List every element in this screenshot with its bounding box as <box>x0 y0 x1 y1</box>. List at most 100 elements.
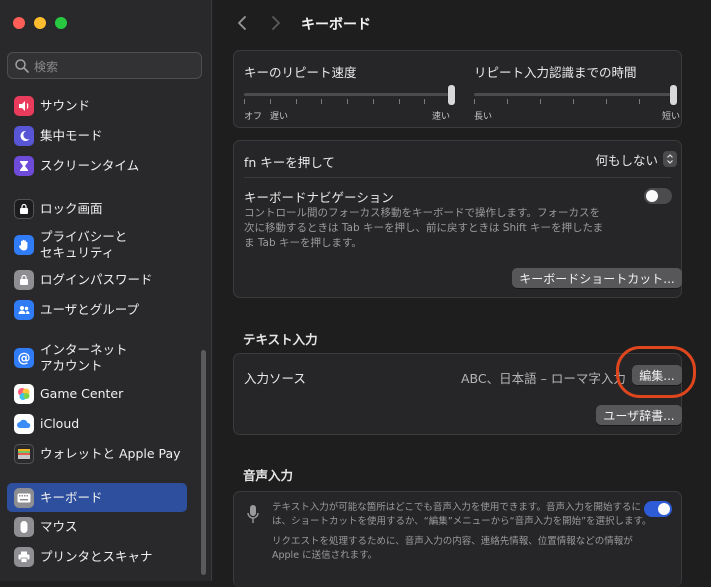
rate-off-label: オフ <box>244 112 263 122</box>
moon-icon <box>14 126 34 146</box>
slider-tick <box>399 99 400 104</box>
slider-tick <box>296 99 297 104</box>
main-pane: キーボード キーのリピート速度 リピート入力認識までの時間 オフ 遅い 速い 長… <box>213 0 711 587</box>
close-window-button[interactable] <box>13 17 25 29</box>
sidebar-item-label: サウンド <box>40 98 91 113</box>
sidebar-item-sound[interactable]: サウンド <box>7 92 187 120</box>
divider <box>244 177 671 178</box>
hand-icon <box>14 235 34 255</box>
dictation-card: テキスト入力が可能な箇所はどこでも音声入力を使用できます。音声入力を開始するには… <box>233 491 682 587</box>
lock-icon <box>14 270 34 290</box>
sidebar-item-mouse[interactable]: マウス <box>7 513 187 541</box>
search-field[interactable] <box>7 52 202 79</box>
chevron-updown-icon <box>663 151 677 167</box>
sidebar-item-users-groups[interactable]: ユーザとグループ <box>7 296 187 324</box>
dictation-description: テキスト入力が可能な箇所はどこでも音声入力を使用できます。音声入力を開始するには… <box>272 502 652 527</box>
sidebar-item-internet-accounts[interactable]: @ インターネット アカウント <box>7 341 187 375</box>
printer-icon <box>14 547 34 567</box>
text-input-section-title: テキスト入力 <box>243 332 318 347</box>
keyboard-shortcuts-button[interactable]: キーボードショートカット... <box>512 268 682 288</box>
page-title: キーボード <box>301 17 371 33</box>
user-dictionary-button[interactable]: ユーザ辞書... <box>596 405 682 425</box>
repeat-delay-knob[interactable] <box>670 85 677 105</box>
cloud-icon <box>14 414 34 434</box>
sidebar: サウンド 集中モード スクリーンタイム ロック画面 プライバシーと セキュリティ… <box>0 0 212 581</box>
slider-track <box>244 93 452 96</box>
game-center-icon <box>14 384 34 404</box>
delay-long-label: 長い <box>474 112 493 122</box>
slider-tick <box>373 99 374 104</box>
sidebar-item-printers[interactable]: プリンタとスキャナ <box>7 543 187 571</box>
search-input[interactable] <box>32 56 196 77</box>
dictation-section-title: 音声入力 <box>243 468 294 483</box>
users-icon <box>14 300 34 320</box>
mouse-icon <box>14 517 34 537</box>
rate-slow-label: 遅い <box>270 112 289 122</box>
slider-tick <box>244 99 245 104</box>
slider-tick <box>474 99 475 104</box>
chevron-right-icon[interactable] <box>265 13 285 33</box>
sidebar-item-label: プリンタとスキャナ <box>40 549 153 564</box>
sidebar-item-label: iCloud <box>40 416 80 431</box>
slider-tick <box>639 99 640 104</box>
sidebar-item-keyboard[interactable]: キーボード <box>7 483 187 512</box>
sidebar-item-label: ユーザとグループ <box>40 302 140 317</box>
sidebar-item-label: ログインパスワード <box>40 272 153 287</box>
sidebar-item-privacy[interactable]: プライバシーと セキュリティ <box>7 228 187 262</box>
zoom-window-button[interactable] <box>55 17 67 29</box>
sidebar-item-label: スクリーンタイム <box>40 158 140 173</box>
slider-tick <box>540 99 541 104</box>
sidebar-item-focus[interactable]: 集中モード <box>7 122 187 150</box>
hourglass-icon <box>14 156 34 176</box>
slider-tick <box>606 99 607 104</box>
sidebar-item-label: インターネット アカウント <box>40 342 128 373</box>
keyboard-options-card: fn キーを押して 何もしない キーボードナビゲーション コントロール間のフォー… <box>233 140 682 298</box>
sidebar-item-label: 集中モード <box>40 128 103 143</box>
sidebar-item-label: ウォレットと Apple Pay <box>40 446 181 461</box>
sidebar-item-icloud[interactable]: iCloud <box>7 410 187 438</box>
microphone-icon <box>247 505 259 523</box>
sidebar-item-wallet[interactable]: ウォレットと Apple Pay <box>7 440 187 468</box>
sidebar-item-label: マウス <box>40 519 78 534</box>
rate-fast-label: 速い <box>432 112 451 122</box>
slider-tick <box>573 99 574 104</box>
toolbar: キーボード <box>213 0 711 46</box>
input-sources-label: 入力ソース <box>244 371 306 386</box>
toggle-knob <box>646 190 658 202</box>
fn-key-popup[interactable]: 何もしない <box>595 149 677 169</box>
key-repeat-rate-knob[interactable] <box>448 85 455 105</box>
sidebar-scrollbar-thumb[interactable] <box>201 350 206 575</box>
keyboard-icon <box>14 487 34 508</box>
slider-tick <box>424 99 425 104</box>
slider-track <box>474 93 674 96</box>
dictation-toggle[interactable] <box>644 501 672 517</box>
toggle-knob <box>658 503 670 515</box>
slider-tick <box>321 99 322 104</box>
search-icon <box>15 59 29 73</box>
keyboard-navigation-toggle[interactable] <box>644 188 672 204</box>
slider-tick <box>347 99 348 104</box>
sidebar-item-label: ロック画面 <box>40 201 103 216</box>
repeat-delay-slider[interactable] <box>474 83 682 109</box>
lock-screen-icon <box>14 199 34 219</box>
dictation-privacy-note: リクエストを処理するために、音声入力の内容、連絡先情報、位置情報などの情報が A… <box>272 536 633 561</box>
slider-tick <box>507 99 508 104</box>
input-sources-value: ABC、日本語 – ローマ字入力 <box>461 371 626 386</box>
minimize-window-button[interactable] <box>34 17 46 29</box>
text-input-card: 入力ソース ABC、日本語 – ローマ字入力 編集... ユーザ辞書... <box>233 353 682 435</box>
chevron-left-icon[interactable] <box>233 13 253 33</box>
repeat-delay-label: リピート入力認識までの時間 <box>474 65 637 80</box>
sidebar-item-screen-time[interactable]: スクリーンタイム <box>7 152 187 180</box>
keyboard-navigation-description: コントロール間のフォーカス移動をキーボードで操作します。フォーカスを次に移動する… <box>244 207 604 249</box>
sidebar-item-lock-screen[interactable]: ロック画面 <box>7 195 187 223</box>
sidebar-item-login-password[interactable]: ログインパスワード <box>7 266 187 294</box>
sidebar-item-label: プライバシーと セキュリティ <box>40 229 128 260</box>
fn-key-value: 何もしない <box>595 152 658 168</box>
speaker-icon <box>14 96 34 116</box>
sidebar-item-label: キーボード <box>40 489 103 505</box>
sidebar-item-game-center[interactable]: Game Center <box>7 380 187 408</box>
key-repeat-card: キーのリピート速度 リピート入力認識までの時間 オフ 遅い 速い 長い 短い <box>233 50 682 128</box>
key-repeat-rate-slider[interactable] <box>244 83 455 109</box>
at-icon: @ <box>14 348 34 368</box>
sidebar-item-label: Game Center <box>40 386 124 401</box>
